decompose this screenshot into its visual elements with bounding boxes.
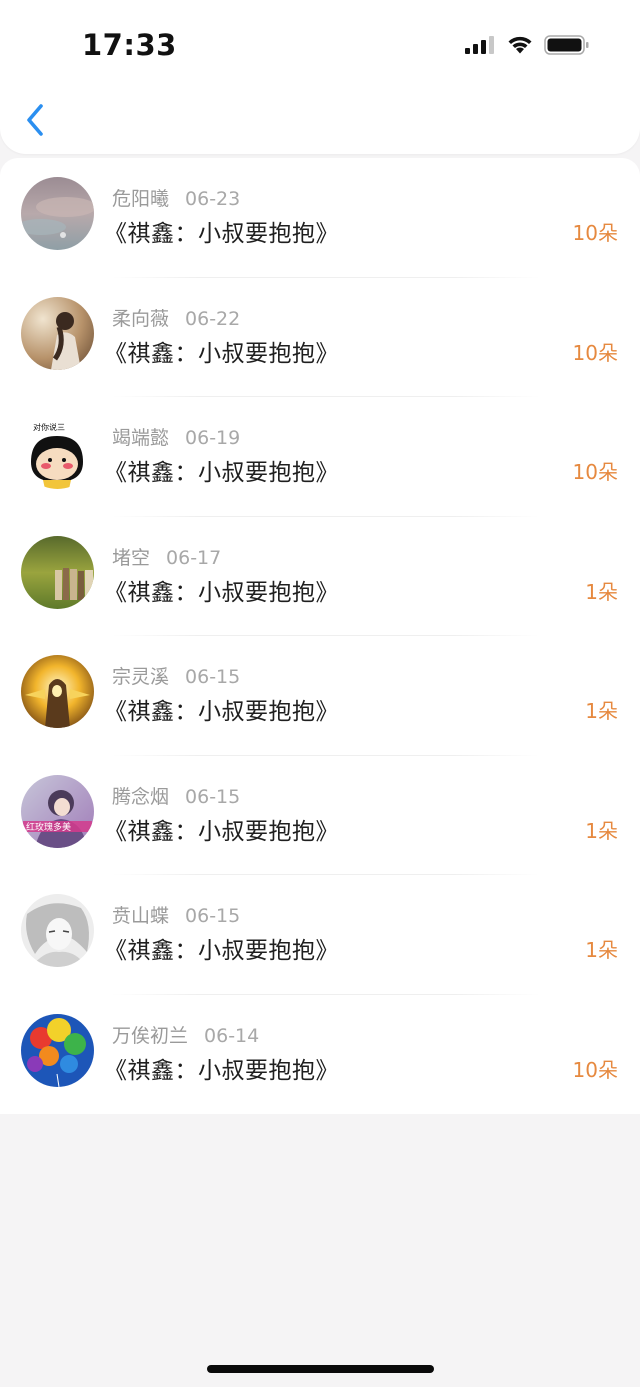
date: 06-23 — [185, 188, 241, 210]
avatar[interactable]: 红玫瑰多美 — [21, 774, 94, 848]
user-name: 堵空 — [112, 546, 151, 569]
cellular-signal-icon — [465, 36, 494, 54]
list-item[interactable]: 危阳曦 06-23 《祺鑫：小叔要抱抱》 10朵 — [0, 158, 640, 278]
user-line: 竭端懿 06-19 — [112, 423, 240, 450]
book-title: 《祺鑫：小叔要抱抱》 — [104, 221, 339, 247]
book-title: 《祺鑫：小叔要抱抱》 — [104, 699, 339, 725]
book-title: 《祺鑫：小叔要抱抱》 — [104, 340, 339, 367]
list-item[interactable]: 红玫瑰多美 腾念烟 06-15 《祺鑫：小叔要抱抱》 1朵 — [0, 756, 640, 876]
user-name: 万俟初兰 — [112, 1024, 189, 1047]
date: 06-15 — [185, 785, 241, 808]
book-title: 《祺鑫：小叔要抱抱》 — [104, 938, 339, 964]
avatar[interactable] — [21, 535, 94, 609]
date: 06-15 — [185, 905, 241, 927]
avatar-caption: 对你说三 — [33, 422, 65, 432]
chevron-left-icon — [27, 104, 43, 136]
date: 06-19 — [185, 427, 241, 449]
user-line: 柔向薇 06-22 — [112, 304, 240, 331]
user-line: 宗灵溪 06-15 — [112, 662, 240, 689]
user-line: 堵空 06-17 — [112, 543, 221, 570]
date: 06-14 — [204, 1024, 260, 1047]
top-bar: 17:33 — [0, 0, 640, 154]
user-line: 危阳曦 06-23 — [112, 184, 240, 211]
amount: 10朵 — [572, 221, 618, 245]
book-title: 《祺鑫：小叔要抱抱》 — [104, 1057, 339, 1084]
avatar[interactable] — [21, 1013, 94, 1087]
avatar[interactable] — [21, 894, 94, 967]
list-item[interactable]: 宗灵溪 06-15 《祺鑫：小叔要抱抱》 1朵 — [0, 636, 640, 756]
user-name: 宗灵溪 — [112, 666, 170, 688]
amount: 10朵 — [572, 460, 618, 484]
user-name: 贲山蝶 — [112, 905, 170, 927]
user-line: 万俟初兰 06-14 — [112, 1021, 259, 1048]
wifi-icon — [508, 36, 532, 54]
avatar[interactable] — [21, 655, 94, 728]
date: 06-22 — [185, 307, 241, 330]
back-button[interactable] — [18, 100, 52, 140]
avatar[interactable]: 对你说三 — [21, 416, 94, 489]
donation-list: 危阳曦 06-23 《祺鑫：小叔要抱抱》 10朵 柔向薇 06-22 《祺鑫：小… — [0, 158, 640, 1114]
user-name: 危阳曦 — [112, 188, 170, 210]
list-item[interactable]: 堵空 06-17 《祺鑫：小叔要抱抱》 1朵 — [0, 517, 640, 637]
amount: 10朵 — [572, 1057, 618, 1082]
user-name: 腾念烟 — [112, 785, 170, 808]
battery-icon — [544, 35, 589, 55]
book-title: 《祺鑫：小叔要抱抱》 — [104, 579, 339, 606]
amount: 10朵 — [572, 340, 618, 365]
user-name: 柔向薇 — [112, 307, 170, 330]
user-line: 腾念烟 06-15 — [112, 782, 240, 809]
list-item[interactable]: 柔向薇 06-22 《祺鑫：小叔要抱抱》 10朵 — [0, 278, 640, 398]
book-title: 《祺鑫：小叔要抱抱》 — [104, 460, 339, 486]
user-name: 竭端懿 — [112, 427, 170, 449]
list-item[interactable]: 贲山蝶 06-15 《祺鑫：小叔要抱抱》 1朵 — [0, 875, 640, 995]
status-time: 17:33 — [82, 28, 177, 62]
amount: 1朵 — [585, 699, 618, 723]
avatar-caption: 红玫瑰多美 — [26, 821, 71, 833]
amount: 1朵 — [585, 579, 618, 604]
user-line: 贲山蝶 06-15 — [112, 901, 240, 928]
date: 06-17 — [166, 546, 222, 569]
avatar[interactable] — [21, 177, 94, 250]
list-item[interactable]: 对你说三 竭端懿 06-19 《祺鑫：小叔要抱抱》 10朵 — [0, 397, 640, 517]
amount: 1朵 — [585, 938, 618, 962]
book-title: 《祺鑫：小叔要抱抱》 — [104, 818, 339, 845]
avatar[interactable] — [21, 296, 94, 370]
list-item[interactable]: 万俟初兰 06-14 《祺鑫：小叔要抱抱》 10朵 — [0, 995, 640, 1115]
date: 06-15 — [185, 666, 241, 688]
status-icons — [464, 34, 590, 56]
home-indicator[interactable] — [207, 1365, 434, 1373]
amount: 1朵 — [585, 818, 618, 843]
